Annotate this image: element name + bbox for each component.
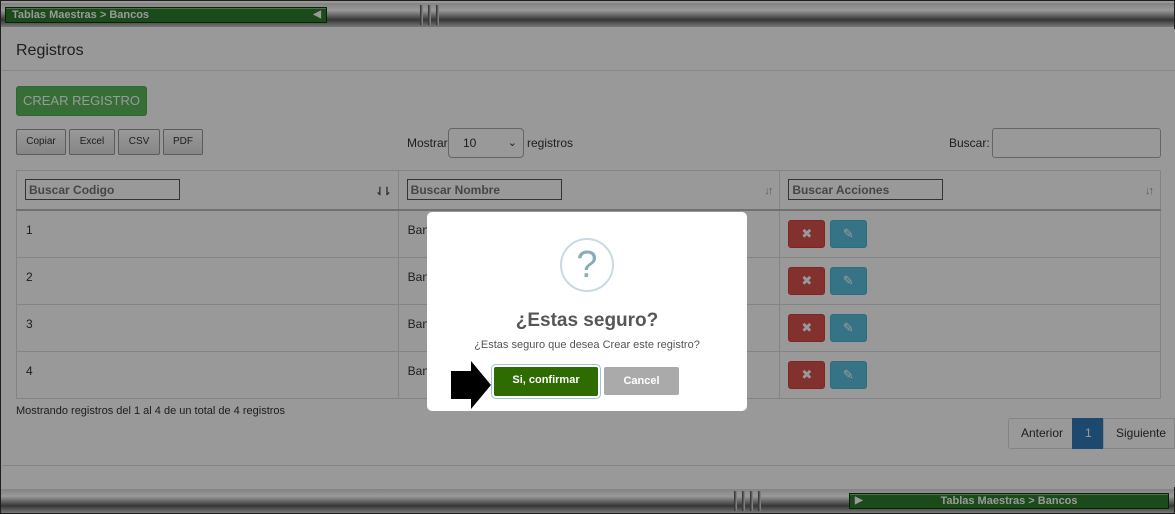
confirm-button[interactable]: Si, confirmar [494,367,598,396]
question-icon: ? [560,238,614,292]
dialog-title: ¿Estas seguro? [515,310,659,331]
dialog-message: ¿Estas seguro que desea Crear este regis… [474,339,700,351]
cancel-button[interactable]: Cancel [604,367,679,395]
pointer-arrow-icon [451,361,491,409]
